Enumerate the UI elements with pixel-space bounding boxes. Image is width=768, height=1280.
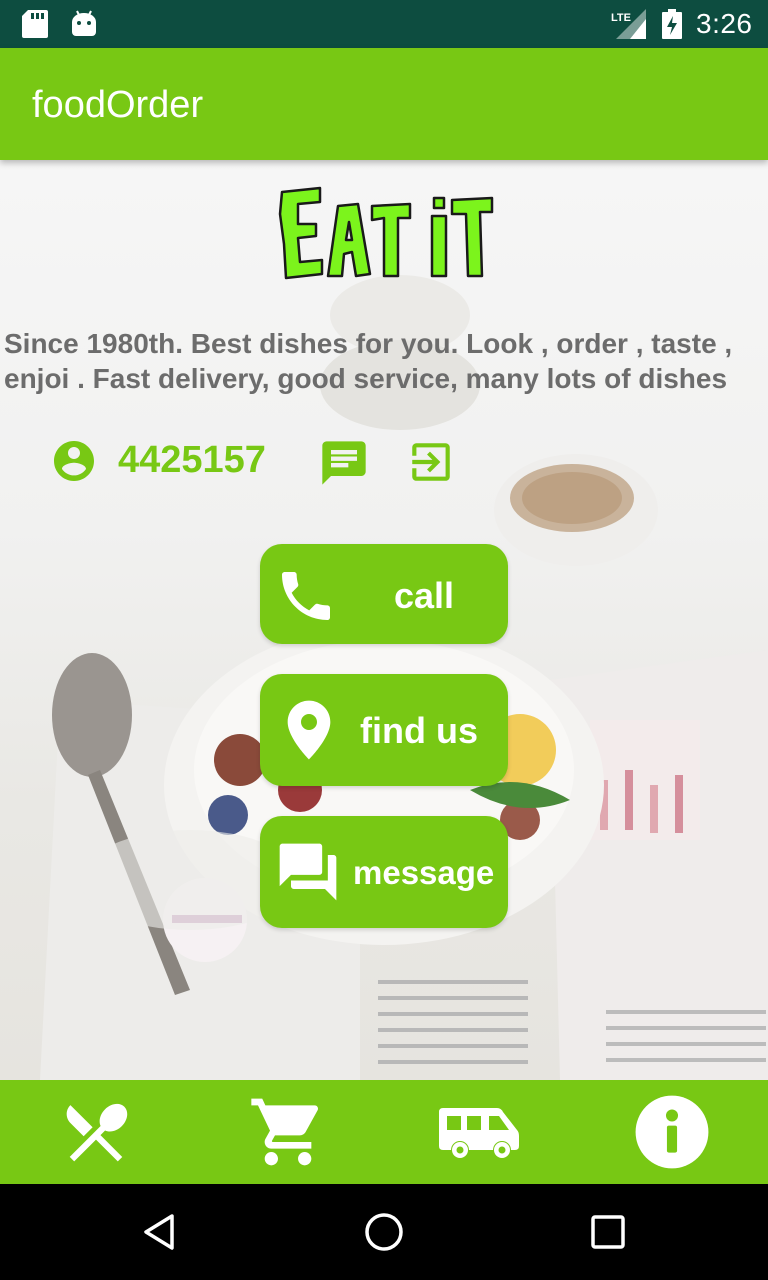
home-content: Since 1980th. Best dishes for you. Look …	[0, 160, 768, 1080]
account-circle-icon	[54, 441, 94, 481]
eat-it-logo	[278, 186, 494, 280]
restaurant-icon	[66, 1103, 128, 1162]
app-bar: foodOrder	[0, 48, 768, 160]
call-button-label: call	[394, 575, 455, 616]
message-button-label: message	[353, 854, 495, 891]
svg-text:LTE: LTE	[611, 12, 631, 24]
find-us-button-label: find us	[360, 710, 478, 751]
lte-signal-icon: LTE	[611, 9, 646, 39]
back-icon	[144, 1214, 174, 1250]
message-button[interactable]: message	[260, 816, 508, 928]
status-bar: LTE 3:26	[0, 0, 768, 48]
battery-charging-icon	[662, 9, 682, 39]
location-pin-icon	[287, 700, 331, 760]
chat-icon[interactable]	[318, 437, 370, 489]
home-icon	[365, 1213, 403, 1251]
exit-to-app-icon[interactable]	[406, 437, 456, 487]
cart-icon	[251, 1098, 319, 1166]
back-button[interactable]	[100, 1184, 220, 1280]
android-icon	[72, 10, 96, 36]
status-time: 3:26	[696, 8, 753, 39]
delivery-truck-icon	[439, 1108, 519, 1158]
info-row: 4425157	[0, 435, 768, 491]
phone-icon	[282, 572, 330, 620]
home-button[interactable]	[324, 1184, 444, 1280]
forum-icon	[279, 843, 337, 901]
nav-cart[interactable]	[192, 1080, 384, 1184]
phone-number: 4425157	[118, 439, 266, 481]
find-us-button[interactable]: find us	[260, 674, 508, 786]
nav-info[interactable]	[576, 1080, 768, 1184]
recents-button[interactable]	[548, 1184, 668, 1280]
recents-icon	[591, 1215, 625, 1249]
call-button[interactable]: call	[260, 544, 508, 644]
app-title: foodOrder	[32, 84, 204, 126]
bottom-navigation	[0, 1080, 768, 1184]
sd-card-icon	[22, 10, 48, 38]
info-icon	[635, 1095, 709, 1169]
nav-menu[interactable]	[0, 1080, 192, 1184]
system-navigation-bar	[0, 1184, 768, 1280]
nav-delivery[interactable]	[384, 1080, 576, 1184]
tagline-text: Since 1980th. Best dishes for you. Look …	[4, 328, 733, 394]
